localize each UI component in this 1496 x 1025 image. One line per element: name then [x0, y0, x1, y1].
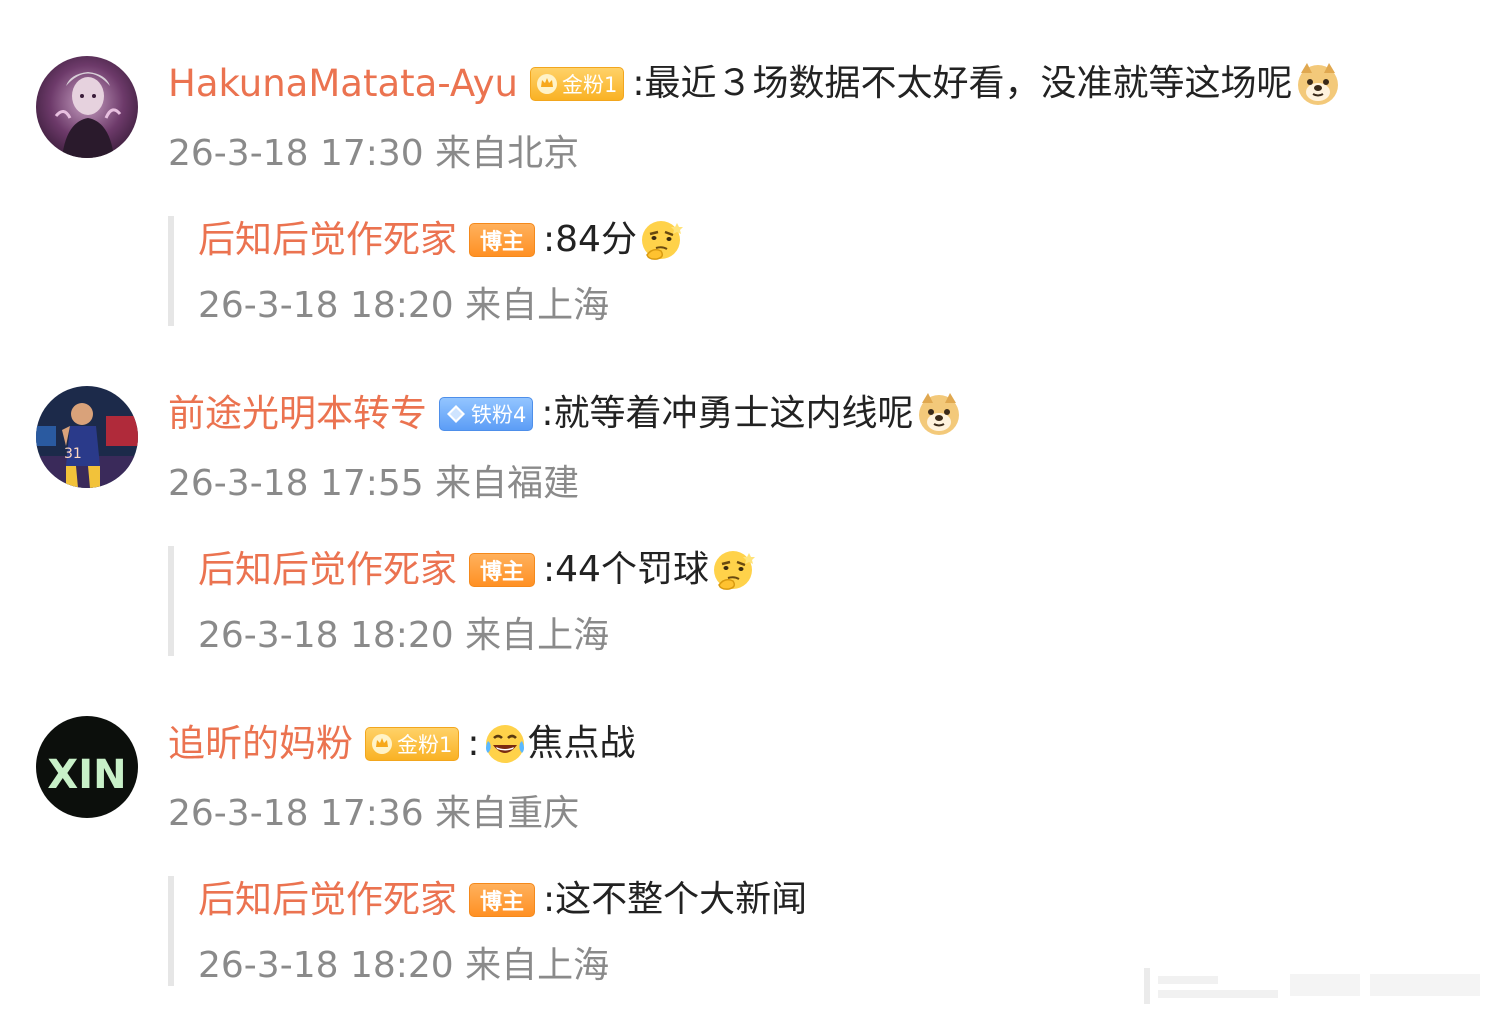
host-badge: 博主 [469, 553, 536, 587]
fan-badge[interactable]: 铁粉4 [439, 397, 534, 431]
comment-text: 就等着冲勇士这内线呢 [553, 393, 914, 434]
comment-meta: 26-3-18 17:36 来自重庆 [168, 793, 580, 834]
reply-header: 后知后觉作死家 博主 : 这不整个大新闻 [198, 876, 807, 924]
thinking-emoji-icon [711, 547, 757, 593]
watermark-icon [1140, 960, 1485, 1010]
username-link[interactable]: 追昕的妈粉 [168, 720, 353, 768]
avatar-basketball-player-icon: 31 [36, 386, 138, 488]
badge-label: 金粉1 [397, 733, 453, 757]
username-link[interactable]: HakunaMatata-Ayu [168, 60, 518, 108]
reply-header: 后知后觉作死家 博主 : 84分 [198, 216, 685, 264]
comment-meta: 26-3-18 17:55 来自福建 [168, 463, 580, 504]
reply-divider [168, 216, 174, 326]
crown-icon [535, 72, 559, 96]
badge-label: 金粉1 [562, 73, 618, 97]
avatar[interactable] [36, 56, 138, 158]
separator: : [541, 393, 554, 434]
doge-emoji-icon [916, 391, 962, 437]
doge-emoji-icon [1295, 61, 1341, 107]
reply-meta: 26-3-18 18:20 来自上海 [198, 615, 610, 656]
reply-meta: 26-3-18 18:20 来自上海 [198, 945, 610, 986]
reply-divider [168, 876, 174, 986]
reply-username-link[interactable]: 后知后觉作死家 [198, 876, 457, 924]
separator: : [543, 879, 556, 920]
fan-badge[interactable]: 金粉1 [365, 727, 460, 761]
svg-text:31: 31 [64, 446, 82, 462]
comment-header: 前途光明本转专 铁粉4 : 就等着冲勇士这内线呢 [168, 390, 962, 438]
separator: : [467, 723, 480, 764]
avatar-text: XIN [47, 752, 126, 798]
avatar[interactable]: XIN [36, 716, 138, 818]
reply-header: 后知后觉作死家 博主 : 44个罚球 [198, 546, 757, 594]
crown-icon [370, 732, 394, 756]
reply-username-link[interactable]: 后知后觉作死家 [198, 216, 457, 264]
reply-username-link[interactable]: 后知后觉作死家 [198, 546, 457, 594]
reply-text: 44个罚球 [555, 549, 709, 590]
separator: : [632, 63, 645, 104]
thinking-emoji-icon [639, 217, 685, 263]
comment-header: 追昕的妈粉 金粉1 : 焦点战 [168, 720, 636, 768]
fan-badge[interactable]: 金粉1 [530, 67, 625, 101]
laugh-cry-emoji-icon [482, 721, 528, 767]
username-link[interactable]: 前途光明本转专 [168, 390, 427, 438]
diamond-icon [444, 402, 468, 426]
avatar[interactable]: 31 [36, 386, 138, 488]
comment-meta: 26-3-18 17:30 来自北京 [168, 133, 580, 174]
comment-text: 最近３场数据不太好看，没准就等这场呢 [644, 63, 1293, 104]
host-badge: 博主 [469, 883, 536, 917]
reply-meta: 26-3-18 18:20 来自上海 [198, 285, 610, 326]
separator: : [543, 219, 556, 260]
avatar-gothic-figure-icon [36, 56, 138, 158]
separator: : [543, 549, 556, 590]
reply-text: 84分 [555, 219, 637, 260]
host-badge: 博主 [469, 223, 536, 257]
reply-text: 这不整个大新闻 [555, 879, 808, 920]
comment-text: 焦点战 [527, 723, 636, 764]
avatar-xin-text-icon: XIN [36, 716, 138, 818]
reply-divider [168, 546, 174, 656]
badge-label: 铁粉4 [471, 403, 527, 427]
comment-header: HakunaMatata-Ayu 金粉1 : 最近３场数据不太好看，没准就等这场… [168, 60, 1341, 108]
